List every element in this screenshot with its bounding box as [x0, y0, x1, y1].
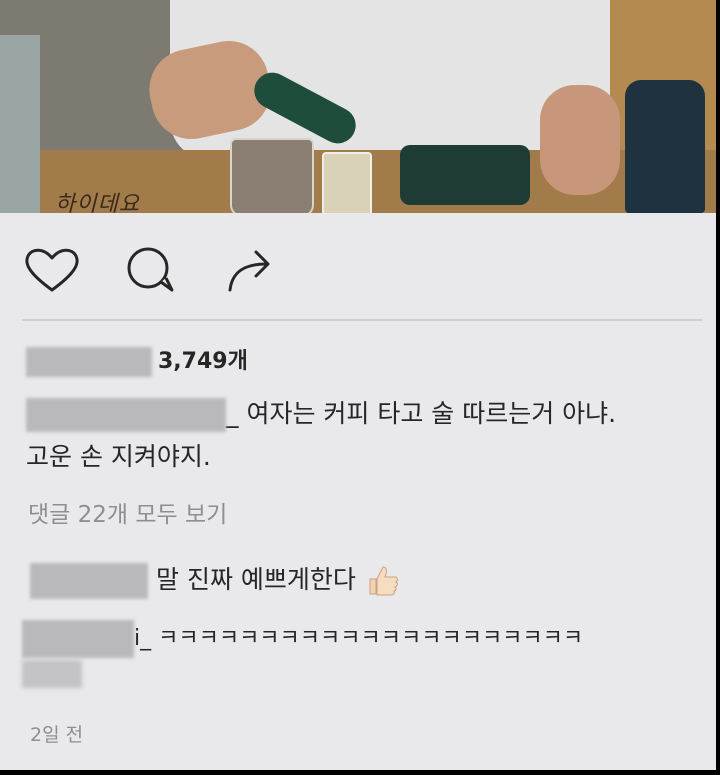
caption-line-1: _ 여자는 커피 타고 술 따르는거 아냐. — [226, 399, 617, 428]
blurred-username[interactable] — [30, 563, 148, 599]
divider — [22, 319, 702, 321]
like-button[interactable] — [22, 244, 82, 296]
photo-wallet — [400, 145, 530, 205]
comment-button[interactable] — [122, 244, 182, 296]
caption-line-2: 고운 손 지켜야지. — [26, 442, 211, 471]
photo-shot-glass — [322, 152, 372, 213]
blurred-username[interactable] — [26, 398, 226, 432]
photo-hand — [540, 85, 620, 195]
post-timestamp: 2일 전 — [30, 724, 84, 746]
photo-sign: 하이데요 — [55, 192, 140, 213]
post-caption: _ 여자는 커피 타고 술 따르는거 아냐. 고운 손 지켜야지. — [26, 392, 706, 478]
comment-text: i_ ㅋㅋㅋㅋㅋㅋㅋㅋㅋㅋㅋㅋㅋㅋㅋㅋㅋㅋㅋㅋㅋ — [134, 626, 584, 651]
comment-item: i_ ㅋㅋㅋㅋㅋㅋㅋㅋㅋㅋㅋㅋㅋㅋㅋㅋㅋㅋㅋㅋㅋ — [22, 620, 712, 688]
blurred-username[interactable] — [22, 620, 134, 658]
thumbs-up-icon — [369, 566, 398, 596]
share-icon — [228, 250, 270, 292]
photo-jar — [0, 35, 40, 213]
blurred-label — [26, 347, 152, 377]
likes-count-text: 3,749개 — [158, 349, 248, 374]
view-all-comments-link[interactable]: 댓글 22개 모두 보기 — [28, 495, 227, 529]
comment-icon — [127, 247, 174, 292]
photo-glass — [230, 138, 314, 213]
photo-cup — [625, 80, 705, 213]
blurred-text — [22, 660, 82, 688]
post-screenshot: 하이데요 3,749개 _ 여자는 커피 타고 술 따르는거 아냐. 고운 손 … — [0, 0, 716, 770]
post-photo[interactable]: 하이데요 — [0, 0, 716, 213]
comment-item: 말 진짜 예쁘게한다 — [30, 560, 400, 599]
comment-text: 말 진짜 예쁘게한다 — [156, 565, 356, 594]
likes-count[interactable]: 3,749개 — [26, 343, 248, 377]
heart-icon — [25, 248, 79, 292]
share-button[interactable] — [222, 244, 282, 296]
